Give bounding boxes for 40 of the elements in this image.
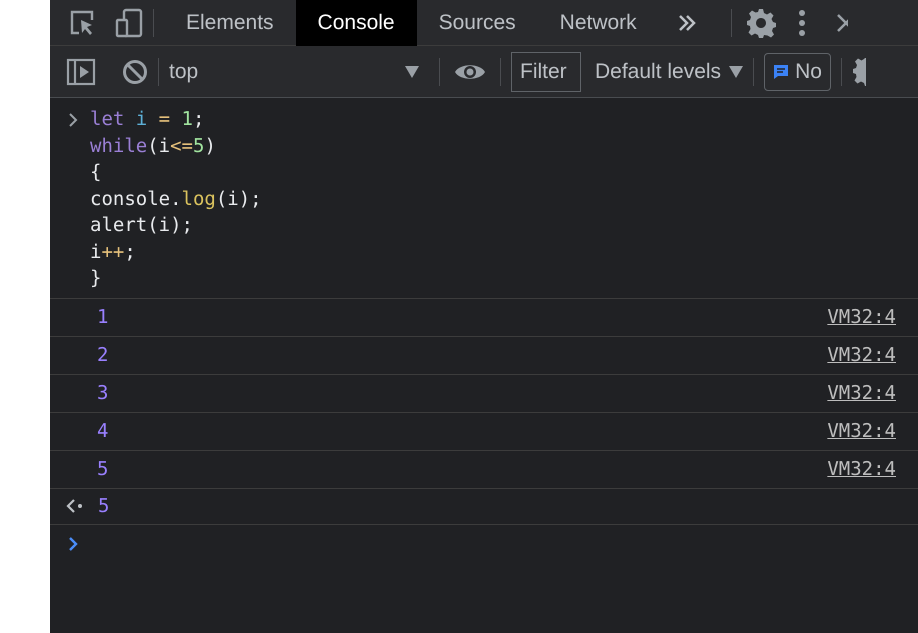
result-arrow-icon: [66, 499, 84, 513]
context-selector[interactable]: top: [169, 56, 429, 88]
code-line: {: [90, 160, 102, 185]
issues-button[interactable]: No: [764, 52, 831, 90]
message-icon: [773, 64, 790, 80]
source-link[interactable]: VM32:4: [827, 378, 896, 408]
caret-icon: [729, 66, 744, 78]
clear-console-icon[interactable]: [122, 58, 148, 84]
source-link[interactable]: VM32:4: [827, 340, 896, 370]
source-link[interactable]: VM32:4: [827, 302, 896, 332]
source-link[interactable]: VM32:4: [827, 454, 896, 484]
caret-icon: [405, 66, 419, 78]
source-link[interactable]: VM32:4: [827, 416, 896, 446]
levels-dropdown[interactable]: Default levels: [595, 56, 744, 88]
log-value: 3: [97, 380, 108, 406]
settings-icon[interactable]: [852, 58, 866, 86]
log-value: 4: [97, 418, 108, 444]
code-line: while(i<=5): [90, 134, 217, 158]
code-line: }: [90, 266, 102, 291]
tab[interactable]: Elements: [164, 0, 296, 46]
code-line: console.log(i);: [90, 186, 262, 212]
code-line: alert(i);: [90, 213, 194, 238]
device-icon[interactable]: [115, 8, 143, 38]
sidebar-toggle-icon[interactable]: [66, 58, 96, 86]
prompt-chevron-icon: [68, 113, 78, 127]
code-line: i++;: [90, 240, 137, 264]
double-chevron-icon[interactable]: [676, 12, 697, 32]
log-value: 1: [97, 304, 108, 330]
code-line: let i = 1;: [90, 107, 206, 132]
tab[interactable]: Sources: [416, 0, 538, 46]
more-options-icon[interactable]: [798, 8, 806, 36]
log-value: 2: [97, 342, 108, 368]
log-value: 5: [97, 456, 108, 482]
result-value: 5: [98, 494, 110, 519]
tab[interactable]: Network: [538, 0, 659, 46]
inspect-icon[interactable]: [69, 8, 95, 36]
prompt-chevron-icon[interactable]: [68, 536, 78, 550]
tab[interactable]: Console: [296, 0, 417, 46]
filter-field[interactable]: Filter: [511, 52, 581, 92]
settings-icon[interactable]: [746, 8, 776, 38]
